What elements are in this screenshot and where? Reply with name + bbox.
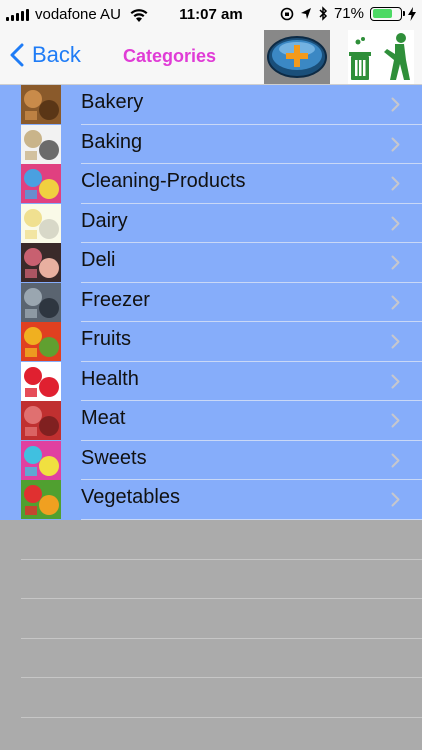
empty-row-separator — [21, 598, 422, 599]
category-row[interactable]: Health — [0, 361, 422, 401]
chevron-right-icon — [391, 413, 400, 428]
empty-row-separator — [21, 638, 422, 639]
chevron-right-icon — [391, 492, 400, 507]
category-row[interactable]: Sweets — [0, 440, 422, 480]
baking-icon — [21, 124, 61, 164]
battery-level — [372, 9, 392, 18]
add-category-button[interactable] — [264, 30, 330, 84]
back-button[interactable]: Back — [10, 42, 81, 68]
chevron-left-icon — [10, 43, 24, 67]
charging-icon — [408, 6, 416, 21]
add-icon — [267, 36, 327, 78]
category-row[interactable]: Dairy — [0, 203, 422, 243]
orientation-lock-icon — [280, 7, 294, 20]
category-row[interactable]: Fruits — [0, 322, 422, 362]
category-label: Health — [81, 367, 139, 390]
chevron-right-icon — [391, 295, 400, 309]
category-row[interactable]: Bakery — [0, 85, 422, 125]
bakery-icon — [21, 85, 61, 124]
bluetooth-icon — [319, 6, 328, 21]
battery-icon — [370, 6, 405, 21]
trash-person-icon — [349, 33, 410, 80]
category-row[interactable]: Meat — [0, 401, 422, 441]
category-label: Sweets — [81, 446, 147, 469]
back-label: Back — [32, 42, 81, 67]
freezer-icon — [21, 282, 61, 322]
category-label: Freezer — [81, 288, 150, 311]
chevron-right-icon — [391, 334, 400, 349]
meat-icon — [21, 401, 61, 440]
category-row[interactable]: Freezer — [0, 282, 422, 322]
health-icon — [21, 361, 61, 401]
category-label: Bakery — [81, 91, 144, 113]
category-row[interactable]: Cleaning-Products — [0, 164, 422, 204]
chevron-right-icon — [391, 255, 400, 270]
category-label: Vegetables — [81, 486, 180, 508]
deli-icon — [21, 243, 61, 282]
chevron-right-icon — [391, 176, 400, 191]
empty-row-separator — [21, 677, 422, 678]
category-list: Bakery Baking Cleaning-Products Dairy Deli Fr… — [0, 85, 422, 520]
chevron-right-icon — [391, 216, 400, 230]
fruits-icon — [21, 322, 61, 361]
category-row[interactable]: Vegetables — [0, 480, 422, 520]
chevron-right-icon — [391, 374, 400, 388]
chevron-right-icon — [391, 97, 400, 112]
dairy-icon — [21, 203, 61, 243]
chevron-right-icon — [391, 137, 400, 151]
vegetables-icon — [21, 480, 61, 519]
empty-row-separator — [21, 559, 422, 560]
cleaning-products-icon — [21, 164, 61, 203]
category-row[interactable]: Deli — [0, 243, 422, 283]
battery-percentage: 71% — [333, 5, 364, 22]
status-right: 71% — [280, 5, 416, 22]
category-label: Cleaning-Products — [81, 170, 246, 192]
empty-row-separator — [21, 717, 422, 718]
delete-button[interactable] — [348, 30, 414, 84]
category-label: Baking — [81, 130, 143, 153]
row-separator — [81, 518, 422, 520]
category-label: Fruits — [81, 328, 131, 350]
chevron-right-icon — [391, 453, 400, 467]
status-bar: vodafone AU 11:07 am 71% — [0, 0, 422, 30]
sweets-icon — [21, 440, 61, 480]
page-title: Categories — [123, 46, 217, 66]
category-row[interactable]: Baking — [0, 124, 422, 164]
location-icon — [300, 7, 311, 19]
category-label: Meat — [81, 407, 126, 429]
navigation-bar: Back Categories — [0, 30, 422, 85]
category-label: Deli — [81, 249, 116, 271]
category-label: Dairy — [81, 209, 128, 232]
